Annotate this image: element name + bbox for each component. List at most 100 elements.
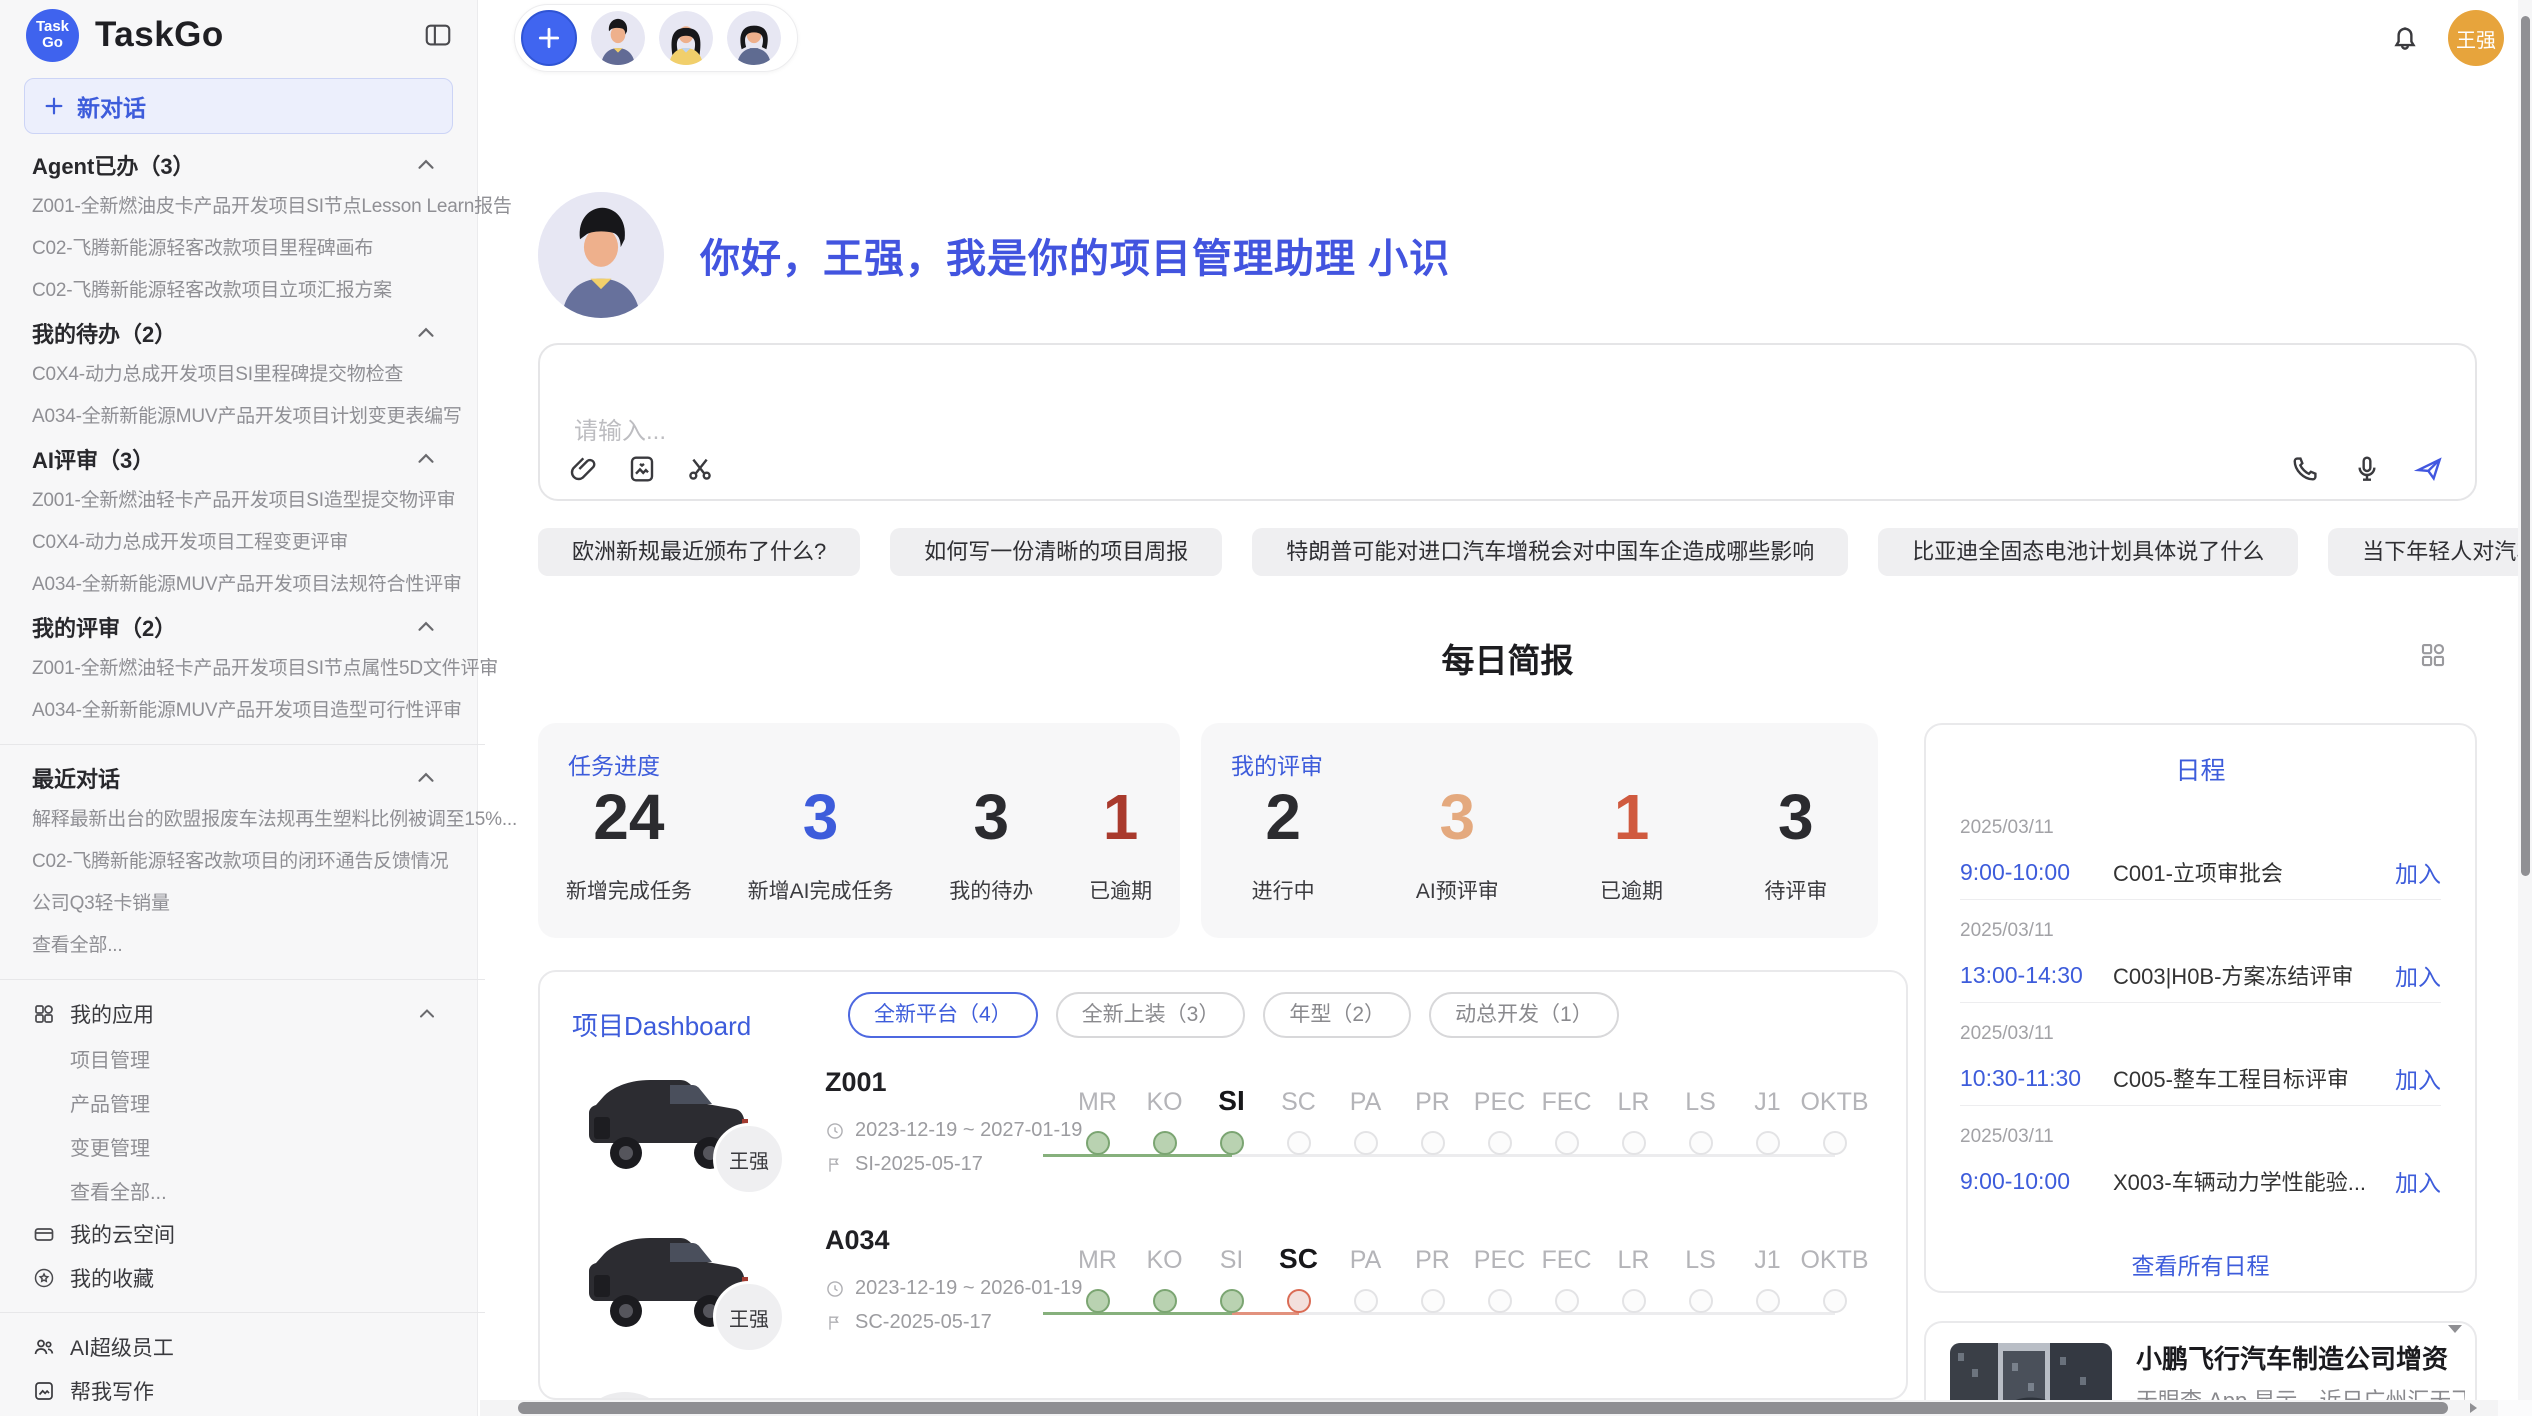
app-sub-item[interactable]: 项目管理 — [32, 1036, 453, 1080]
new-chat-button[interactable]: 新对话 — [24, 78, 453, 134]
sidebar-task-item[interactable]: C0X4-动力总成开发项目工程变更评审 — [32, 522, 453, 564]
milestone-label: FEC — [1533, 1075, 1600, 1119]
milestone-dot[interactable] — [1555, 1131, 1579, 1155]
recent-conversation-item[interactable]: C02-飞腾新能源轻客改款项目的闭环通告反馈情况 — [32, 841, 453, 883]
sidebar-task-item[interactable]: Z001-全新燃油皮卡产品开发项目SI节点Lesson Learn报告 — [32, 186, 453, 228]
milestone-dot[interactable] — [1756, 1289, 1780, 1313]
sidebar-task-item[interactable]: Z001-全新燃油轻卡产品开发项目SI造型提交物评审 — [32, 480, 453, 522]
send-icon[interactable] — [2413, 453, 2445, 485]
milestone-dot[interactable] — [1488, 1289, 1512, 1313]
milestone-dot[interactable] — [1220, 1131, 1244, 1155]
recent-conversation-item[interactable]: 公司Q3轻卡销量 — [32, 883, 453, 925]
sidebar-task-item[interactable]: Z001-全新燃油轻卡产品开发项目SI节点属性5D文件评审 — [32, 648, 453, 690]
sidebar-section-header[interactable]: Agent已办（3） — [32, 144, 453, 186]
news-card[interactable]: 小鹏飞行汽车制造公司增资 天眼查 App 显示，近日广州汇天飞行汽... — [1924, 1321, 2477, 1400]
microphone-icon[interactable] — [2351, 453, 2383, 485]
plus-icon — [536, 25, 562, 51]
sidebar-task-item[interactable]: C0X4-动力总成开发项目SI里程碑提交物检查 — [32, 354, 453, 396]
milestone-dot[interactable] — [1354, 1289, 1378, 1313]
suggestion-chip[interactable]: 如何写一份清晰的项目周报 — [890, 528, 1222, 576]
apps-view-all-link[interactable]: 查看全部... — [32, 1168, 453, 1212]
sidebar-item-favorites[interactable]: 我的收藏 — [32, 1256, 453, 1300]
milestone-dot[interactable] — [1823, 1289, 1847, 1313]
project-row[interactable]: 王强 Z001 2023-12-19 ~ 2027-01-19 SI-2025-… — [570, 1061, 1896, 1219]
agent-avatar-3[interactable] — [727, 11, 781, 65]
phone-icon[interactable] — [2289, 453, 2321, 485]
suggestion-chip[interactable]: 欧洲新规最近颁布了什么? — [538, 528, 860, 576]
milestone-dot[interactable] — [1555, 1289, 1579, 1313]
milestone-dot[interactable] — [1153, 1131, 1177, 1155]
milestone-dot[interactable] — [1622, 1289, 1646, 1313]
recent-view-all-link[interactable]: 查看全部... — [32, 925, 453, 967]
sidebar-section-recent[interactable]: 最近对话 — [32, 757, 453, 799]
milestone-dot[interactable] — [1689, 1131, 1713, 1155]
agent-avatar-1[interactable] — [591, 11, 645, 65]
sidebar-section-header[interactable]: AI评审（3） — [32, 438, 453, 480]
suggestion-chip[interactable]: 特朗普可能对进口汽车增税会对中国车企造成哪些影响 — [1252, 528, 1848, 576]
milestone-dot[interactable] — [1153, 1289, 1177, 1313]
milestone-dot[interactable] — [1421, 1131, 1445, 1155]
user-avatar[interactable]: 王强 — [2448, 10, 2504, 66]
sidebar-item-my-apps[interactable]: 我的应用 — [32, 992, 453, 1036]
clock-icon — [825, 1121, 845, 1141]
sidebar-task-item[interactable]: A034-全新新能源MUV产品开发项目造型可行性评审 — [32, 690, 453, 732]
scissors-icon[interactable] — [684, 453, 716, 485]
sidebar-item-cloud-space[interactable]: 我的云空间 — [32, 1212, 453, 1256]
milestone-dot[interactable] — [1354, 1131, 1378, 1155]
join-meeting-link[interactable]: 加入 — [2395, 1061, 2441, 1095]
layout-grid-icon[interactable] — [2418, 640, 2448, 670]
suggestion-chip[interactable]: 比亚迪全固态电池计划具体说了什么 — [1878, 528, 2298, 576]
milestone-dot[interactable] — [1086, 1289, 1110, 1313]
milestone-dot[interactable] — [1488, 1131, 1512, 1155]
scroll-right-arrow-icon[interactable] — [2466, 1401, 2480, 1415]
paperclip-icon[interactable] — [568, 453, 600, 485]
page: Task Go TaskGo 新对话 Agent已办（3）Z001-全新燃油皮卡… — [0, 0, 2532, 1416]
project-row[interactable]: 王强 A034 2023-12-19 ~ 2026-01-19 SC-2025-… — [570, 1219, 1896, 1377]
sidebar-item-ai-employee[interactable]: AI超级员工 — [32, 1325, 453, 1369]
milestone-dot[interactable] — [1689, 1289, 1713, 1313]
vertical-scrollbar[interactable] — [2518, 0, 2532, 1400]
chat-composer[interactable]: 请输入... — [538, 343, 2477, 501]
suggestion-chips: 欧洲新规最近颁布了什么? 如何写一份清晰的项目周报特朗普可能对进口汽车增税会对中国… — [538, 528, 2532, 576]
vertical-scrollbar-thumb[interactable] — [2521, 16, 2530, 876]
join-meeting-link[interactable]: 加入 — [2395, 1164, 2441, 1198]
milestone-dot[interactable] — [1823, 1131, 1847, 1155]
scroll-down-arrow-icon[interactable] — [2444, 1318, 2466, 1340]
agent-avatar-2[interactable] — [659, 11, 713, 65]
horizontal-scrollbar[interactable] — [480, 1400, 2532, 1416]
milestone-dot[interactable] — [1220, 1289, 1244, 1313]
horizontal-scrollbar-thumb[interactable] — [518, 1402, 2448, 1414]
dashboard-tab[interactable]: 年型（2） — [1263, 992, 1411, 1038]
milestone-dot[interactable] — [1421, 1289, 1445, 1313]
stat-label: 待评审 — [1764, 875, 1827, 905]
join-meeting-link[interactable]: 加入 — [2395, 855, 2441, 889]
cloud-space-label: 我的云空间 — [70, 1219, 453, 1249]
dashboard-tab[interactable]: 全新平台（4） — [848, 992, 1038, 1038]
sidebar-collapse-icon[interactable] — [423, 20, 453, 50]
sidebar-task-item[interactable]: C02-飞腾新能源轻客改款项目立项汇报方案 — [32, 270, 453, 312]
sidebar-section-header[interactable]: 我的评审（2） — [32, 606, 453, 648]
sidebar-section-header[interactable]: 我的待办（2） — [32, 312, 453, 354]
app-sub-item[interactable]: 产品管理 — [32, 1080, 453, 1124]
milestone-dot[interactable] — [1756, 1131, 1780, 1155]
sidebar-task-item[interactable]: A034-全新新能源MUV产品开发项目法规符合性评审 — [32, 564, 453, 606]
milestone-dot[interactable] — [1287, 1289, 1311, 1313]
sidebar-item-help-write[interactable]: 帮我写作 — [32, 1369, 453, 1413]
next-row-partial — [585, 1392, 665, 1400]
view-all-schedule-link[interactable]: 查看所有日程 — [1926, 1247, 2475, 1281]
recent-conversation-item[interactable]: 解释最新出台的欧盟报废车法规再生塑料比例被调至15%... — [32, 799, 453, 841]
milestone-dot[interactable] — [1287, 1131, 1311, 1155]
sidebar-task-item[interactable]: A034-全新新能源MUV产品开发项目计划变更表编写 — [32, 396, 453, 438]
dashboard-tab[interactable]: 动总开发（1） — [1429, 992, 1619, 1038]
add-agent-button[interactable] — [521, 10, 577, 66]
sidebar-task-item[interactable]: C02-飞腾新能源轻客改款项目里程碑画布 — [32, 228, 453, 270]
suggestion-chip[interactable]: 当下年轻人对汽车外观有怎样的喜好趋势 — [2328, 528, 2532, 576]
image-icon[interactable] — [626, 453, 658, 485]
app-sub-item[interactable]: 变更管理 — [32, 1124, 453, 1168]
dashboard-tab[interactable]: 全新上装（3） — [1056, 992, 1246, 1038]
join-meeting-link[interactable]: 加入 — [2395, 958, 2441, 992]
notification-bell-icon[interactable] — [2388, 21, 2422, 55]
milestone-dot[interactable] — [1086, 1131, 1110, 1155]
milestone-dot[interactable] — [1622, 1131, 1646, 1155]
schedule-item: 2025/03/11 9:00-10:00 C001-立项审批会 加入 — [1960, 817, 2441, 920]
